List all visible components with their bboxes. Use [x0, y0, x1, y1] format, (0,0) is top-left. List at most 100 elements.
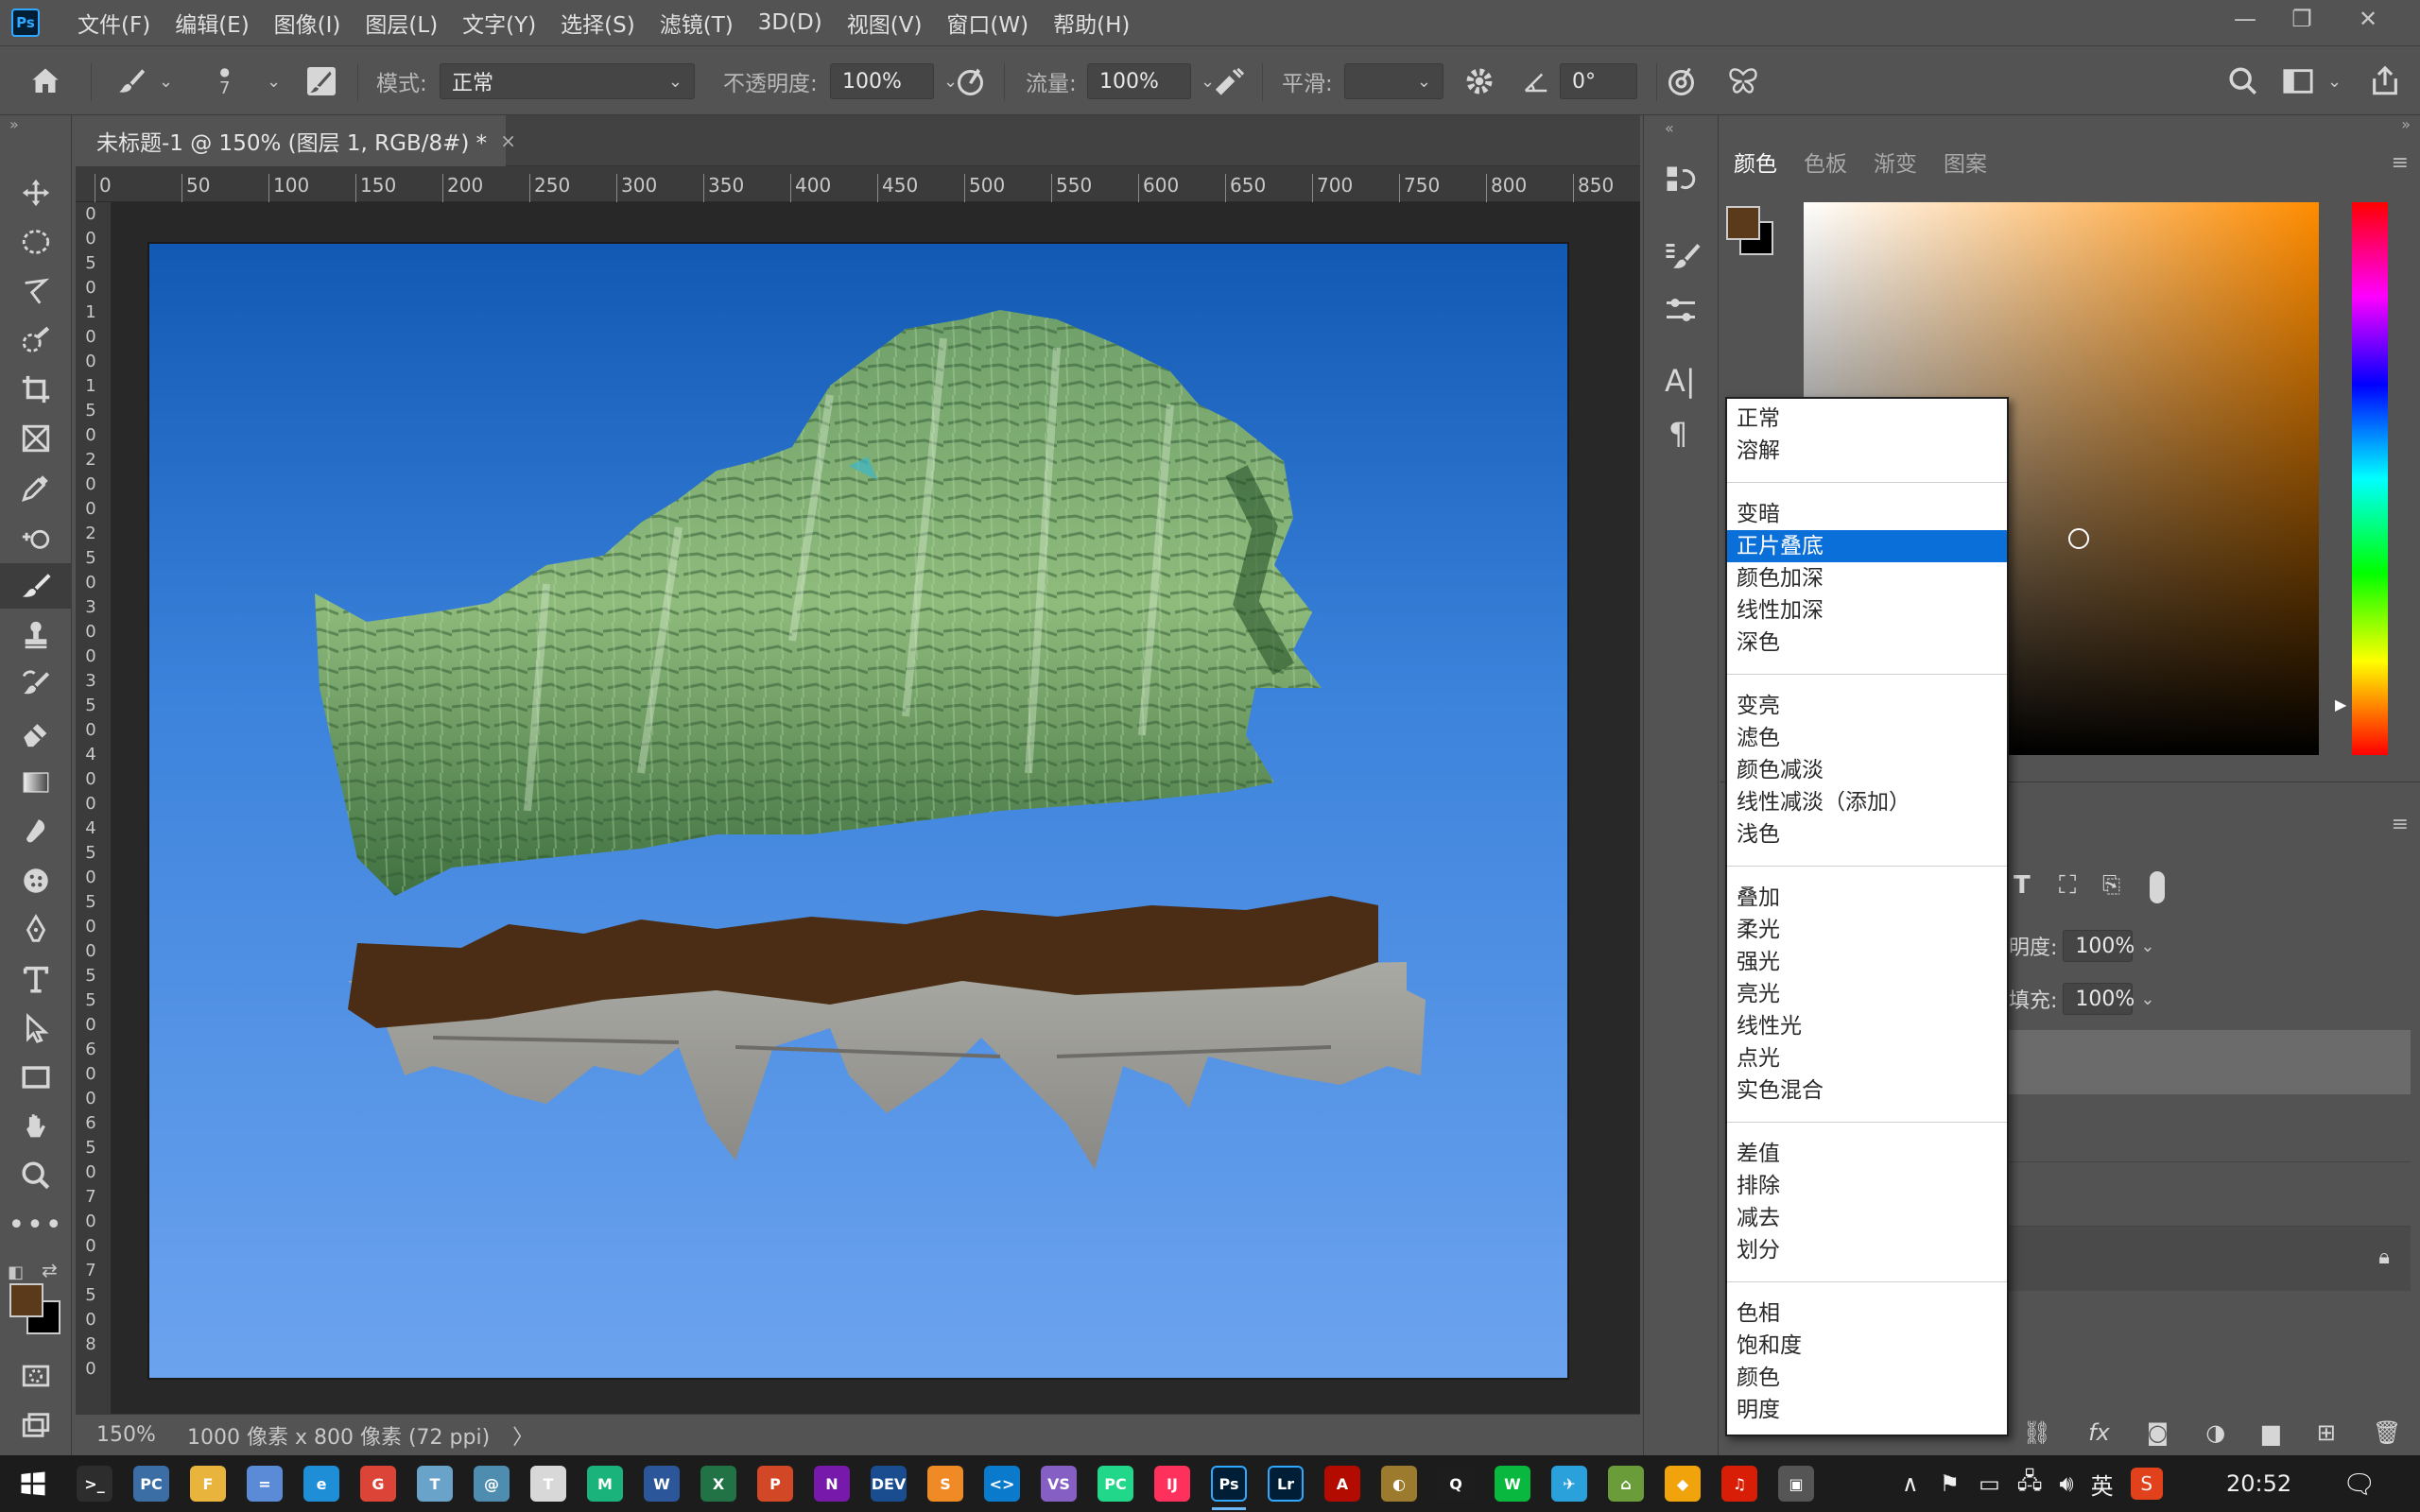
taskbar-app-lightroom[interactable]: Lr — [1257, 1455, 1314, 1512]
close-window-button[interactable]: ✕ — [2340, 0, 2396, 38]
tab-color[interactable]: 颜色 — [1734, 146, 1777, 178]
taskbar-app-qq[interactable]: Q — [1427, 1455, 1484, 1512]
collapse-panels-icon[interactable]: « — [1665, 119, 1674, 137]
filter-smart-object-icon[interactable]: ⎘ — [2102, 871, 2120, 898]
blend-mode-option[interactable]: 深色 — [1727, 627, 2007, 659]
taskbar-app-typora[interactable]: T — [406, 1455, 463, 1512]
taskbar-app-app29[interactable]: ◆ — [1654, 1455, 1711, 1512]
layer-opacity-input[interactable]: 100% — [2063, 930, 2135, 962]
blend-mode-option[interactable]: 实色混合 — [1727, 1074, 2007, 1107]
volume-icon[interactable]: 🔊︎ — [2060, 1470, 2074, 1497]
blend-mode-option[interactable]: 正片叠底 — [1727, 530, 2007, 562]
fx-icon[interactable]: fx — [2088, 1419, 2110, 1446]
default-colors-icon[interactable]: ◧ — [8, 1263, 24, 1282]
blend-mode-option[interactable]: 强光 — [1727, 946, 2007, 978]
taskbar-app-vscode[interactable]: <> — [974, 1455, 1030, 1512]
blur-tool[interactable] — [0, 809, 72, 854]
taskbar-app-intellij[interactable]: IJ — [1144, 1455, 1201, 1512]
status-menu-arrow-icon[interactable]: 〉 — [512, 1420, 533, 1451]
character-panel-button[interactable]: A| — [1665, 363, 1696, 399]
document-tab[interactable]: 未标题-1 @ 150% (图层 1, RGB/8#) * × — [76, 115, 516, 166]
blend-mode-option[interactable]: 滤色 — [1727, 722, 2007, 754]
canvas-area[interactable]: 0 50 100 150 200 250 300 350 400 450 500 550 600 650 7… — [76, 166, 1640, 1414]
filter-type-icon[interactable]: T — [2014, 871, 2031, 900]
brush-size-picker[interactable]: ● 7 — [219, 46, 230, 116]
notification-icon[interactable]: 🗨︎ — [2342, 1455, 2377, 1512]
taskbar-app-app28[interactable]: ⌂ — [1598, 1455, 1654, 1512]
history-panel-button[interactable] — [1663, 163, 1697, 202]
delete-layer-icon[interactable]: 🗑︎ — [2373, 1419, 2401, 1446]
eyedropper-tool[interactable] — [0, 465, 72, 510]
taskbar-app-photoshop[interactable]: Ps — [1201, 1455, 1257, 1512]
symmetry-button[interactable] — [1726, 46, 1760, 116]
taskbar-app-acrobat[interactable]: A — [1314, 1455, 1371, 1512]
brush-settings-toggle[interactable] — [304, 46, 338, 116]
taskbar-app-sublime[interactable]: S — [917, 1455, 974, 1512]
taskbar-app-telegram[interactable]: ✈ — [1541, 1455, 1598, 1512]
menu-select[interactable]: 选择(S) — [561, 7, 635, 39]
taskbar-app-pc[interactable]: PC — [123, 1455, 180, 1512]
blend-mode-option[interactable]: 差值 — [1727, 1138, 2007, 1170]
search-button[interactable] — [2227, 46, 2259, 116]
path-selection-tool[interactable] — [0, 1005, 72, 1051]
hand-tool[interactable] — [0, 1104, 72, 1149]
type-tool[interactable] — [0, 956, 72, 1002]
taskbar-app-chrome[interactable]: G — [350, 1455, 406, 1512]
taskbar-app-word[interactable]: W — [633, 1455, 690, 1512]
menu-image[interactable]: 图像(I) — [274, 7, 341, 39]
blend-mode-dropdown[interactable]: 正常 溶解 变暗 正片叠底 颜色加深 线性加深 深色 变亮 滤色 颜色减淡 线性减淡（添加） 浅色 叠加… — [1725, 397, 2009, 1436]
sogou-ime-icon[interactable]: S — [2130, 1468, 2163, 1500]
marquee-tool[interactable] — [0, 219, 72, 265]
opacity-input[interactable]: 100% — [830, 63, 934, 99]
layer-row[interactable] — [2004, 1098, 2411, 1162]
input-language[interactable]: 英 — [2091, 1468, 2114, 1501]
expand-panels-icon[interactable]: » — [2401, 115, 2411, 133]
add-mask-icon[interactable]: ◙ — [2147, 1419, 2169, 1446]
move-tool[interactable] — [0, 170, 72, 215]
hue-slider-handle[interactable]: ▶ — [2335, 696, 2346, 713]
collapse-toolbar-icon[interactable]: » — [9, 115, 19, 133]
taskbar-app-app8[interactable]: @ — [463, 1455, 520, 1512]
tab-gradients[interactable]: 渐变 — [1874, 146, 1917, 178]
start-button[interactable] — [0, 1455, 66, 1512]
new-layer-icon[interactable]: ⊞ — [2317, 1419, 2336, 1446]
crop-tool[interactable] — [0, 367, 72, 412]
taskbar-app-wechat[interactable]: W — [1484, 1455, 1541, 1512]
angle-input[interactable]: 0° — [1560, 63, 1637, 99]
swap-colors-icon[interactable]: ⇄ — [42, 1259, 58, 1281]
filter-shape-icon[interactable]: ⛶ — [2059, 871, 2076, 901]
color-picker-cursor[interactable] — [2068, 528, 2089, 549]
tray-overflow-icon[interactable]: ∧ — [1902, 1470, 1919, 1497]
clock[interactable]: 20:52 — [2226, 1455, 2291, 1512]
taskbar-app-mindmaster[interactable]: M — [577, 1455, 633, 1512]
blend-mode-option[interactable]: 溶解 — [1727, 435, 2007, 467]
battery-icon[interactable]: ▭ — [1979, 1470, 2000, 1497]
paragraph-panel-button[interactable]: ¶ — [1668, 416, 1687, 452]
tab-swatches[interactable]: 色板 — [1804, 146, 1847, 178]
taskbar-app-pycharm[interactable]: PC — [1087, 1455, 1144, 1512]
layers-panel-menu-icon[interactable]: ≡ — [2392, 813, 2409, 836]
flow-input[interactable]: 100% — [1087, 63, 1191, 99]
share-button[interactable] — [2369, 46, 2401, 116]
foreground-color-swatch[interactable] — [9, 1283, 43, 1317]
layer-row-selected[interactable] — [2004, 1030, 2411, 1094]
close-tab-icon[interactable]: × — [500, 129, 516, 152]
history-brush-tool[interactable] — [0, 662, 72, 707]
screen-mode-button[interactable] — [0, 1402, 72, 1448]
network-icon[interactable]: 🖧︎ — [2017, 1465, 2043, 1503]
blend-mode-option[interactable]: 颜色 — [1727, 1362, 2007, 1394]
spot-healing-tool[interactable] — [0, 514, 72, 559]
blend-mode-option[interactable]: 变亮 — [1727, 690, 2007, 722]
link-layers-icon[interactable]: ⛓︎ — [2023, 1419, 2051, 1446]
taskbar-app-devcpp[interactable]: DEV — [860, 1455, 917, 1512]
taskbar-app-explorer[interactable]: F — [180, 1455, 236, 1512]
brush-preset-picker[interactable]: ⌄ — [115, 46, 173, 116]
quick-selection-tool[interactable] — [0, 318, 72, 363]
pressure-size-button[interactable] — [1666, 46, 1700, 116]
sponge-tool[interactable] — [0, 858, 72, 903]
blend-mode-option[interactable]: 线性加深 — [1727, 594, 2007, 627]
blend-mode-option[interactable]: 柔光 — [1727, 914, 2007, 946]
zoom-level[interactable]: 150% — [96, 1423, 163, 1447]
home-button[interactable] — [28, 46, 62, 116]
gradient-tool[interactable] — [0, 760, 72, 805]
